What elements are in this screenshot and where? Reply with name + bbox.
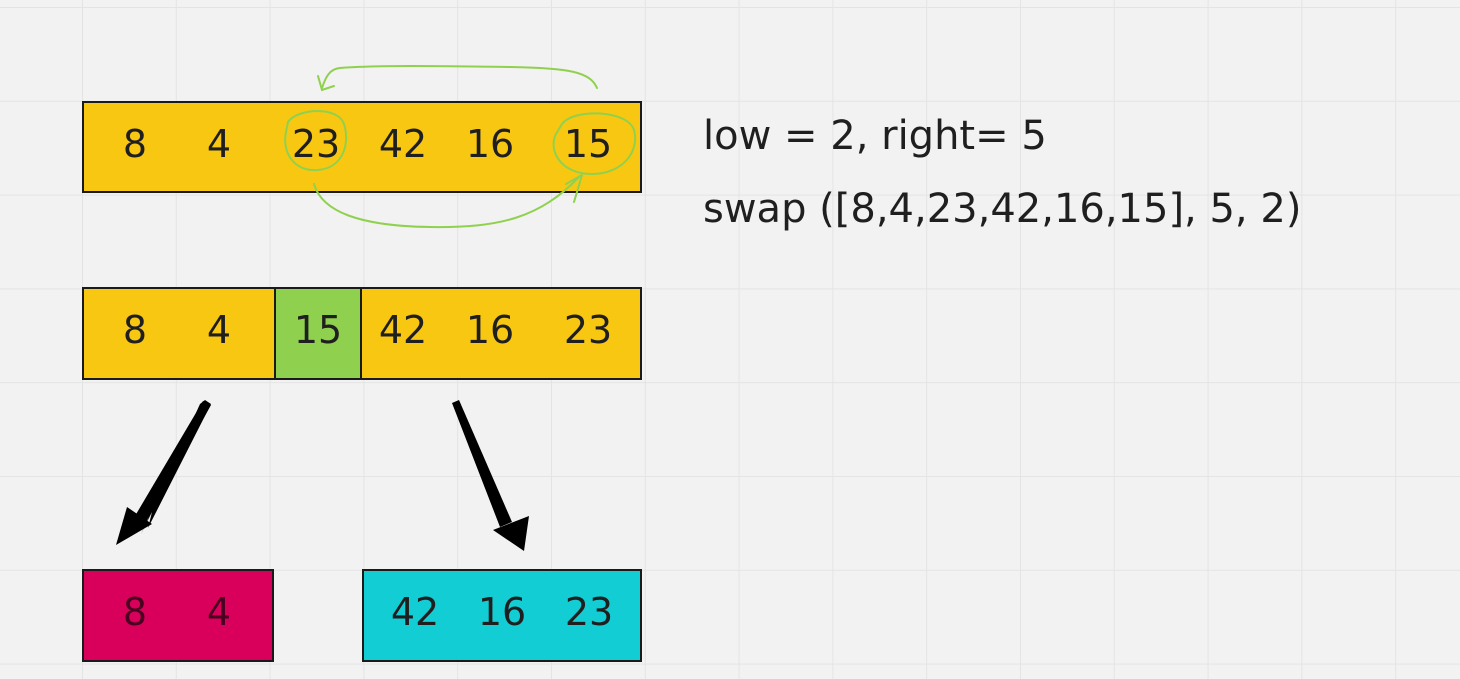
- split-arrow-right-shaft: [452, 400, 512, 527]
- highlight-circle-15: [552, 112, 637, 176]
- split-arrow-left-shaft: [135, 401, 211, 522]
- annotation-layer: [116, 65, 637, 551]
- whiteboard-canvas[interactable]: 8 4 23 42 16 15 8 4 15 42 16 23 8 4 42 1…: [0, 0, 1460, 679]
- highlight-circle-23: [284, 110, 348, 172]
- swap-arrow-bottom: [313, 175, 581, 229]
- swap-arrow-top: [321, 65, 598, 89]
